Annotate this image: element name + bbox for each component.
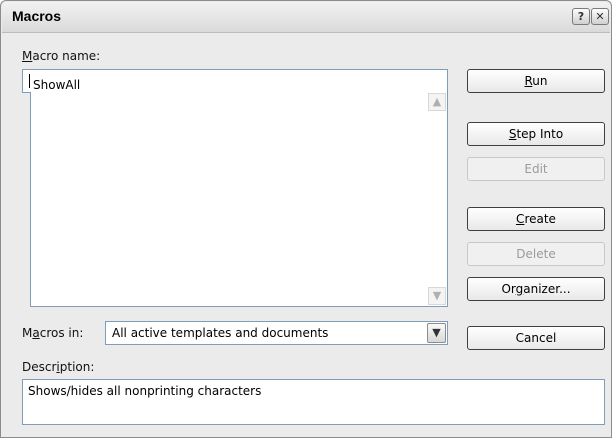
macros-dialog: Macros ? ✕ Macro name: ShowAll ▲ ▼ Run S… (0, 0, 612, 438)
help-icon: ? (577, 10, 585, 23)
create-button[interactable]: Create (467, 207, 605, 231)
macros-in-label: Macros in: (22, 326, 84, 340)
run-button[interactable]: Run (467, 69, 605, 93)
scroll-down-arrow-icon[interactable]: ▼ (428, 287, 446, 305)
dialog-title: Macros (12, 8, 62, 24)
macro-list[interactable]: ▲ ▼ (30, 92, 448, 307)
description-label: Description: (22, 360, 95, 374)
macro-name-input[interactable]: ShowAll (22, 69, 448, 93)
macros-in-dropdown[interactable]: All active templates and documents ▼ (105, 321, 448, 345)
close-button[interactable]: ✕ (591, 8, 609, 25)
scroll-up-arrow-icon[interactable]: ▲ (428, 93, 446, 111)
macro-name-label: Macro name: (22, 49, 101, 63)
macros-in-value: All active templates and documents (112, 326, 329, 340)
organizer-button[interactable]: Organizer... (467, 277, 605, 301)
help-button[interactable]: ? (572, 8, 590, 25)
cancel-button[interactable]: Cancel (467, 326, 605, 350)
close-icon: ✕ (595, 10, 605, 23)
description-text: Shows/hides all nonprinting characters (28, 384, 262, 398)
macro-name-value: ShowAll (33, 78, 81, 92)
title-bar[interactable]: Macros ? ✕ (2, 2, 610, 33)
edit-button[interactable]: Edit (467, 157, 605, 181)
text-cursor (29, 74, 30, 88)
chevron-down-icon[interactable]: ▼ (427, 323, 446, 343)
step-into-button[interactable]: Step Into (467, 122, 605, 146)
delete-button[interactable]: Delete (467, 242, 605, 266)
description-box: Shows/hides all nonprinting characters (22, 379, 605, 425)
